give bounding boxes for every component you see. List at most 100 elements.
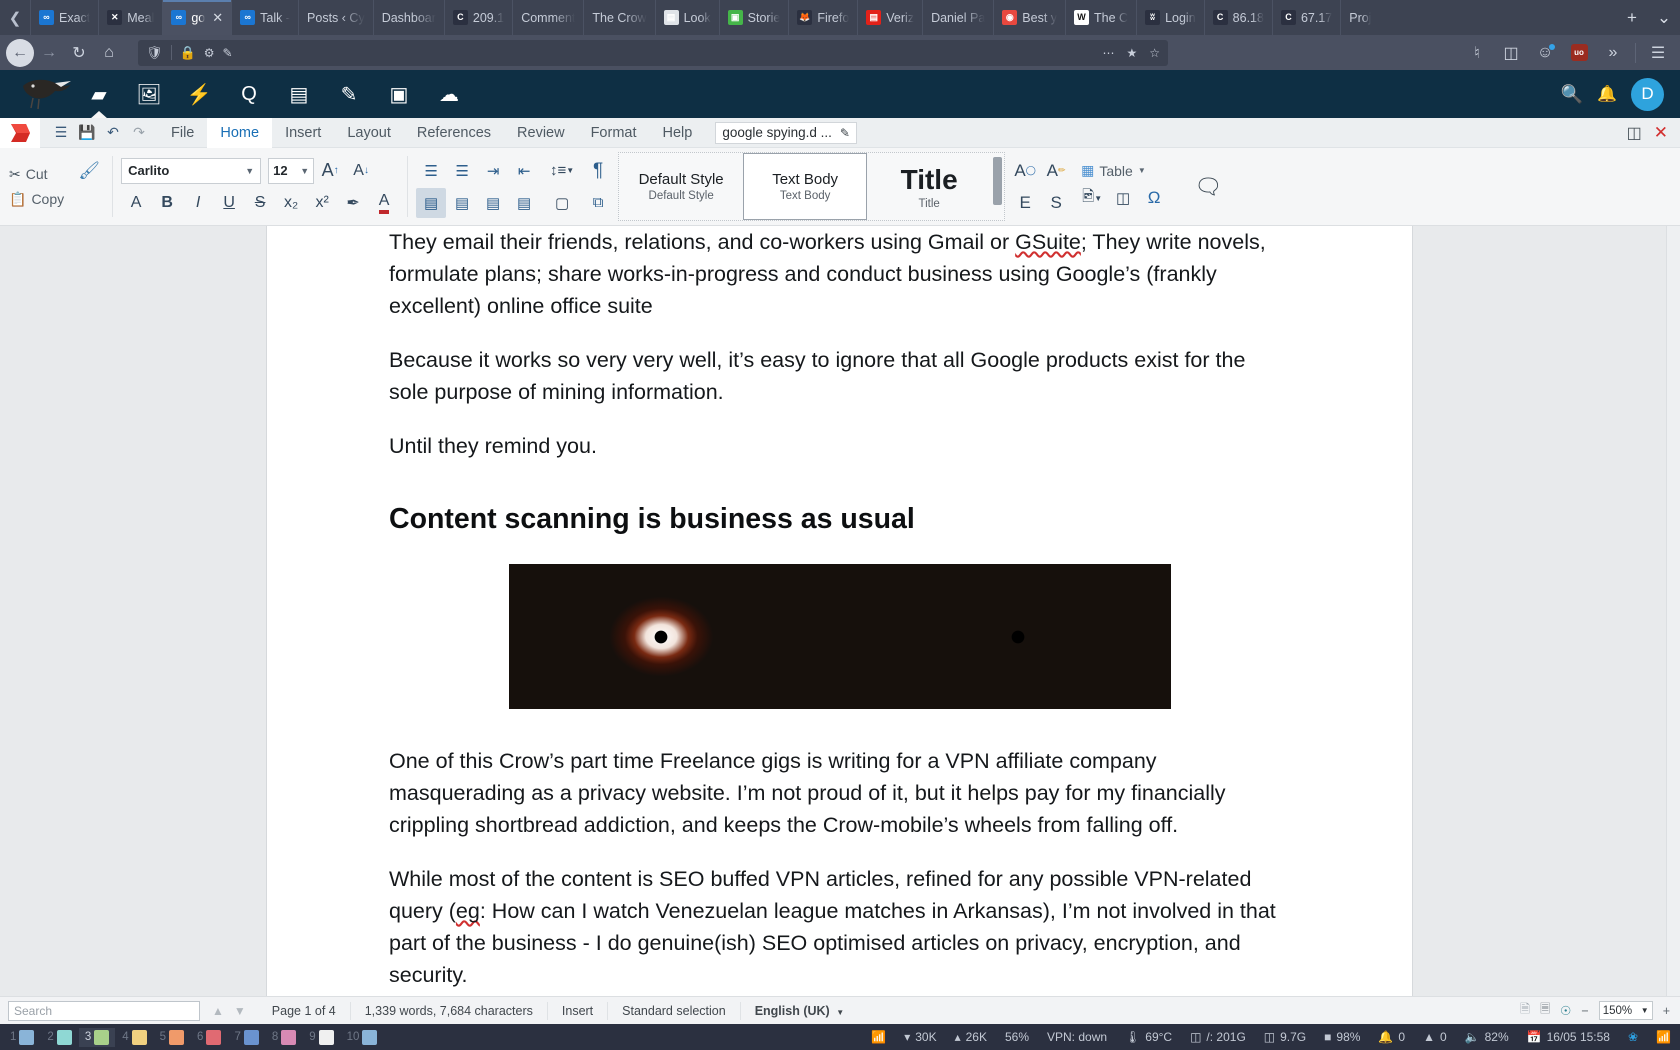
- account-icon[interactable]: ☺: [1529, 38, 1561, 68]
- ribbon-tab-format[interactable]: Format: [578, 118, 650, 148]
- reload-button[interactable]: ↻: [64, 38, 94, 68]
- hamburger-menu-icon[interactable]: ☰: [1642, 38, 1674, 68]
- zoom-in-button[interactable]: +: [1663, 1004, 1670, 1018]
- workspace-6[interactable]: 6: [191, 1028, 227, 1047]
- font-name-input[interactable]: Carlito ▼: [121, 157, 262, 184]
- menu-icon[interactable]: ☰: [50, 121, 72, 145]
- tray-clock[interactable]: 📅 16/05 15:58: [1518, 1030, 1619, 1044]
- insert-comment-icon[interactable]: 🗨: [1193, 172, 1223, 202]
- page-break-icon[interactable]: ◫: [1108, 183, 1138, 213]
- bookmark-star-icon[interactable]: ☆: [1149, 46, 1160, 60]
- document-paragraph[interactable]: They email their friends, relations, and…: [389, 226, 1290, 322]
- ribbon-tab-file[interactable]: File: [158, 118, 207, 148]
- back-button[interactable]: ←: [6, 38, 34, 67]
- insert-mode[interactable]: Insert: [546, 1001, 607, 1020]
- document-body[interactable]: They email their friends, relations, and…: [267, 226, 1412, 996]
- ribbon-tab-review[interactable]: Review: [504, 118, 578, 148]
- book-view-icon[interactable]: ☉: [1560, 1003, 1571, 1018]
- zoom-out-button[interactable]: −: [1581, 1004, 1588, 1018]
- redo-icon[interactable]: ↷: [128, 121, 150, 145]
- browser-tab[interactable]: ʬ Login: [1136, 0, 1204, 35]
- subscript-icon[interactable]: x₂: [276, 188, 306, 218]
- browser-tab[interactable]: ◉ Best y: [993, 0, 1065, 35]
- browser-tab[interactable]: C 67.17: [1271, 0, 1340, 35]
- browser-tab[interactable]: ∞ go ✕: [162, 0, 232, 35]
- zoom-level-selector[interactable]: 150% ▼: [1598, 1001, 1653, 1020]
- browser-tab[interactable]: Proj: [1340, 0, 1379, 35]
- avatar[interactable]: D: [1631, 77, 1664, 111]
- browser-tab[interactable]: Daniel Pa: [922, 0, 993, 35]
- notes-icon[interactable]: ✎: [324, 70, 374, 118]
- highlight-color-icon[interactable]: ✒: [338, 188, 368, 218]
- tray-updates[interactable]: ▲ 0: [1414, 1030, 1456, 1044]
- strikethrough-icon[interactable]: S: [245, 188, 275, 218]
- align-center-icon[interactable]: ▤: [447, 188, 477, 218]
- workspace-10[interactable]: 10: [341, 1028, 384, 1047]
- decrease-font-icon[interactable]: A ↓: [346, 156, 376, 186]
- cloud-icon[interactable]: ☁: [424, 70, 474, 118]
- style-gallery-scrollbar[interactable]: [991, 153, 1004, 220]
- workspace-8[interactable]: 8: [266, 1028, 302, 1047]
- multi-page-view-icon[interactable]: 🗏: [1540, 1000, 1550, 1021]
- tray-notifications[interactable]: 🔔 0: [1369, 1030, 1414, 1044]
- line-spacing-icon[interactable]: ↕≡ ▼: [547, 156, 577, 186]
- page-actions-ellipsis-icon[interactable]: ⋯: [1102, 46, 1114, 60]
- browser-tab[interactable]: C 209.1: [443, 0, 512, 35]
- tray-vpn-status[interactable]: VPN: down: [1038, 1030, 1116, 1044]
- cut-button[interactable]: ✂ Cut: [3, 163, 70, 186]
- browser-tab[interactable]: W The C: [1065, 0, 1136, 35]
- document-heading[interactable]: Content scanning is business as usual: [389, 500, 1290, 538]
- ublock-icon[interactable]: uo: [1563, 38, 1595, 68]
- sliders-icon[interactable]: ⚙: [204, 46, 215, 60]
- increase-font-icon[interactable]: A ↑: [315, 156, 345, 186]
- tray-temperature[interactable]: 🌡 69°C: [1116, 1030, 1181, 1044]
- scroll-tabs-left-icon[interactable]: ❮: [0, 0, 30, 35]
- find-toolbar-input[interactable]: Search: [8, 1000, 200, 1021]
- ribbon-tab-home[interactable]: Home: [207, 117, 273, 148]
- undo-icon[interactable]: ↶: [102, 121, 124, 145]
- ribbon-tab-help[interactable]: Help: [650, 118, 706, 148]
- align-justified-icon[interactable]: ▤: [509, 188, 539, 218]
- browser-tab[interactable]: The Crow: [583, 0, 654, 35]
- ordered-list-icon[interactable]: ☰: [447, 156, 477, 186]
- tray-download-rate[interactable]: ▾ 30K: [895, 1030, 945, 1044]
- reader-off-icon[interactable]: ✎: [222, 46, 232, 60]
- font-color-icon[interactable]: A: [369, 188, 399, 218]
- underline-icon[interactable]: U: [214, 188, 244, 218]
- paragraph-style-fill-icon[interactable]: ⧉: [583, 188, 613, 218]
- ribbon-tab-references[interactable]: References: [404, 118, 504, 148]
- document-canvas[interactable]: They email their friends, relations, and…: [0, 226, 1680, 996]
- overflow-menu-icon[interactable]: »: [1597, 38, 1629, 68]
- clear-formatting-icon[interactable]: A: [121, 188, 151, 218]
- superscript-icon[interactable]: x²: [307, 188, 337, 218]
- word-count[interactable]: 1,339 words, 7,684 characters: [349, 1001, 547, 1020]
- bold-icon[interactable]: B: [152, 188, 182, 218]
- tray-bluetooth[interactable]: ❀: [1619, 1030, 1647, 1044]
- copy-button[interactable]: 📋 Copy: [3, 188, 70, 211]
- tray-wifi-status[interactable]: 📶: [862, 1030, 895, 1044]
- url-bar[interactable]: 🛡 🔒 ⚙ ✎ ⋯ ★ ☆: [138, 39, 1168, 66]
- browser-tab[interactable]: Posts ‹ Cy: [298, 0, 373, 35]
- single-page-view-icon[interactable]: 🗎: [1520, 1000, 1530, 1021]
- search-app-icon[interactable]: Q: [224, 70, 274, 118]
- files-icon[interactable]: ▰: [74, 70, 124, 118]
- camera-icon[interactable]: ▣: [374, 70, 424, 118]
- tray-memory[interactable]: ◫ 9.7G: [1255, 1030, 1315, 1044]
- workspace-4[interactable]: 4: [116, 1028, 152, 1047]
- pocket-icon[interactable]: ★: [1126, 46, 1137, 60]
- chevron-down-icon[interactable]: ▼: [245, 166, 254, 176]
- style-title[interactable]: Title Title: [867, 153, 991, 220]
- browser-tab[interactable]: C 86.18: [1203, 0, 1272, 35]
- activity-icon[interactable]: ⚡: [174, 70, 224, 118]
- browser-tab[interactable]: Dashboar: [372, 0, 444, 35]
- document-paragraph[interactable]: One of this Crow’s part time Freelance g…: [389, 745, 1290, 841]
- browser-tab[interactable]: 🦊 Firefo: [788, 0, 857, 35]
- browser-tab[interactable]: ∞ Exact: [30, 0, 98, 35]
- autocorrect-icon[interactable]: A ✏: [1041, 156, 1071, 186]
- pilcrow-icon[interactable]: ¶: [583, 156, 613, 186]
- workspace-7[interactable]: 7: [228, 1028, 264, 1047]
- insert-image-icon[interactable]: 🖻 ▼: [1077, 183, 1107, 213]
- style-text-body[interactable]: Text Body Text Body: [743, 153, 868, 220]
- sidebar-panel-icon[interactable]: ◫: [1627, 123, 1642, 143]
- workspace-3[interactable]: 3: [78, 1027, 116, 1047]
